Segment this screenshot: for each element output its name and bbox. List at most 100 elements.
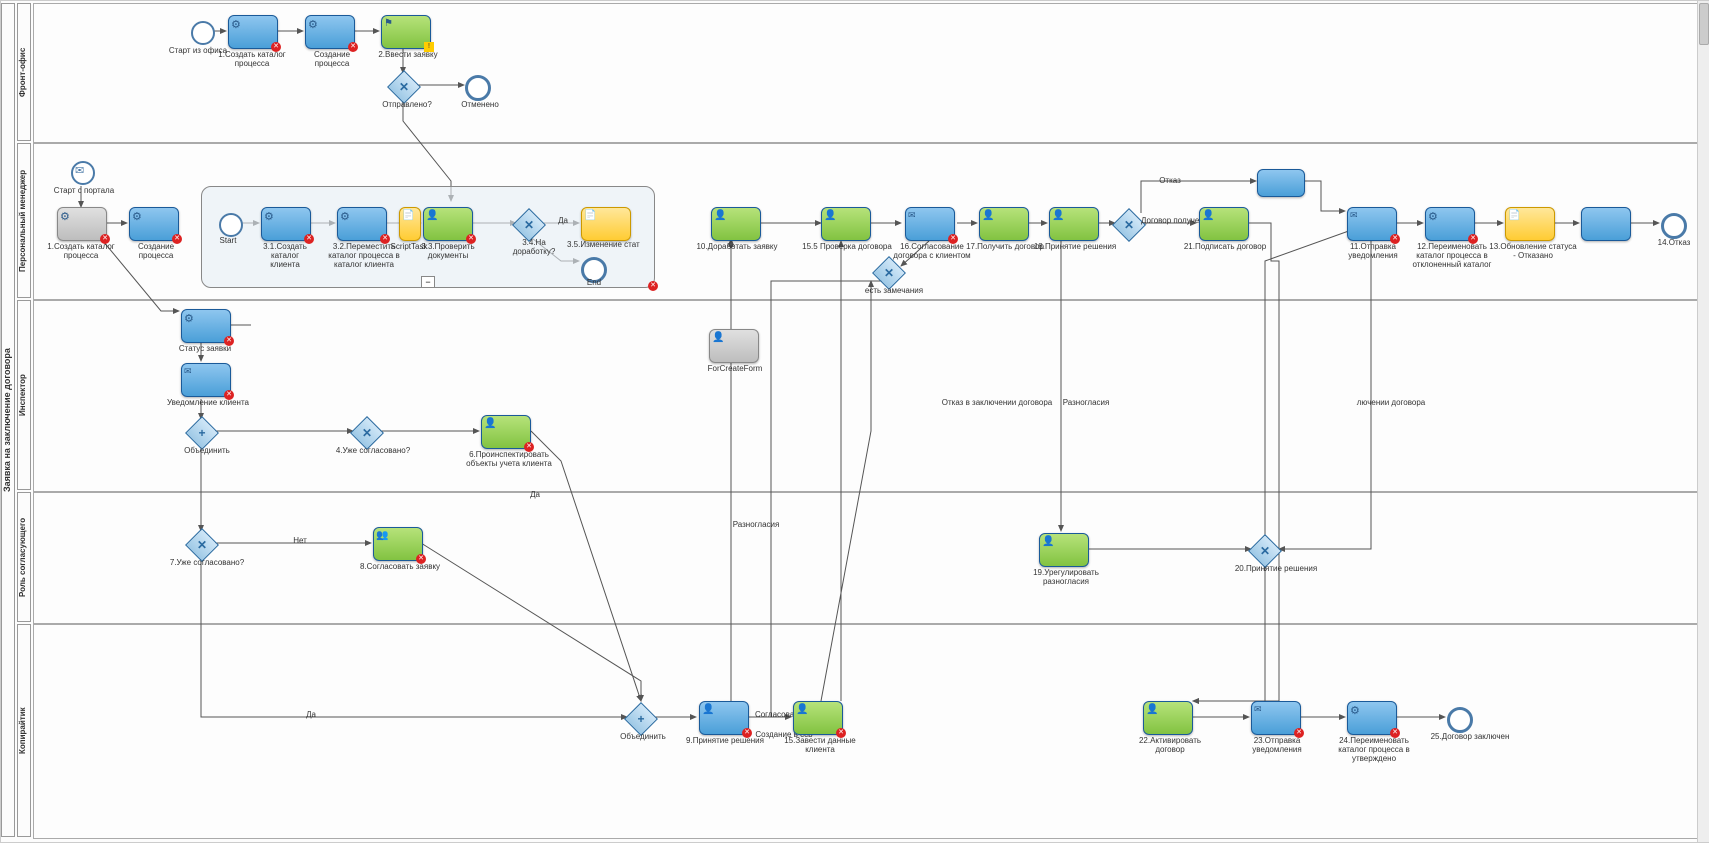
task-fcf[interactable]: 👤 (709, 329, 759, 363)
task-19-label: 19.Урегулировать разногласия (1021, 569, 1111, 587)
task-11[interactable]: ✉✕ (1347, 207, 1397, 241)
task-18[interactable]: 👤 (1049, 207, 1099, 241)
refuse-label: Отказ (1145, 177, 1195, 186)
task-155-label: 15.5 Проверка договора (801, 243, 893, 252)
task-25-label: 25.Договор заключен (1425, 733, 1515, 742)
script-icon: 📄 (402, 210, 414, 221)
x-icon: ✕ (878, 262, 900, 284)
task-2-label: 2.Ввести заявку (373, 51, 443, 60)
task-23[interactable]: ✉✕ (1251, 701, 1301, 735)
task-21[interactable]: 👤 (1199, 207, 1249, 241)
start-event-office[interactable] (191, 21, 215, 45)
gateway-7-label: 7.Уже согласовано? (167, 559, 247, 568)
task-8-label: 8.Согласовать заявку (357, 563, 443, 572)
user-icon: 👤 (982, 210, 994, 221)
task-12[interactable]: ⚙✕ (1425, 207, 1475, 241)
task-9[interactable]: 👤✕ (699, 701, 749, 735)
task-33-label: 3.3.Проверить документы (413, 243, 483, 261)
task-22[interactable]: 👤 (1143, 701, 1193, 735)
lane-label-curator: Копирайтик (17, 624, 31, 837)
x-icon: ✕ (356, 422, 378, 444)
gear-icon: ⚙ (264, 210, 274, 223)
task-13-label: 13.Обновление статуса - Отказано (1487, 243, 1579, 261)
task-14-pre[interactable] (1581, 207, 1631, 241)
end-cancel-label: Отменено (455, 101, 505, 110)
gw-da2-label: Да (301, 711, 321, 720)
user-icon: 👤 (824, 210, 836, 221)
task-6-label: 6.Проинспектировать объекты учета клиент… (463, 451, 555, 469)
task-8[interactable]: 👥✕ (373, 527, 423, 561)
task-proc1[interactable]: ⚙✕ (305, 15, 355, 49)
task-12-label: 12.Переименовать каталог процесса в откл… (1409, 243, 1495, 269)
task-status-label: Статус заявки (169, 345, 241, 354)
task-19[interactable]: 👤 (1039, 533, 1089, 567)
collapse-icon[interactable]: − (421, 276, 435, 288)
edge-refuse-label: Отказ в заключении договора (937, 399, 1057, 408)
user-icon: 👤 (1042, 536, 1054, 547)
task-notify-label: Уведомление клиента (163, 399, 253, 408)
edge-disagree2-label: лючении договора (1341, 399, 1441, 408)
task-32[interactable]: ⚙✕ (337, 207, 387, 241)
task-fcf-label: ForCreateForm (695, 365, 775, 374)
subprocess-start[interactable] (219, 213, 243, 237)
lane-front (33, 3, 1698, 143)
task-10[interactable]: 👤 (711, 207, 761, 241)
end-event-refuse[interactable] (1661, 213, 1687, 239)
task-31[interactable]: ⚙✕ (261, 207, 311, 241)
mail-icon: ✉ (1254, 704, 1262, 715)
gw-da-label: Да (525, 491, 545, 500)
mail-icon: ✉ (184, 366, 192, 377)
task-notify[interactable]: ✉✕ (181, 363, 231, 397)
mail-icon: ✉ (1350, 210, 1358, 221)
gateway-20-label: 20.Принятие решения (1231, 565, 1321, 574)
task-scripttask[interactable]: 📄 (399, 207, 421, 241)
task-24[interactable]: ⚙✕ (1347, 701, 1397, 735)
gear-icon: ⚙ (184, 312, 194, 325)
gateway-remarks-label: есть замечания (859, 287, 929, 296)
task-15[interactable]: 👤✕ (793, 701, 843, 735)
gear-icon: ⚙ (1350, 704, 1360, 717)
task-33[interactable]: 👤✕ (423, 207, 473, 241)
lane-label-front: Фронт-офис (17, 3, 31, 141)
task-31-label: 3.1.Создать каталог клиента (249, 243, 321, 269)
task-1[interactable]: ⚙✕ (228, 15, 278, 49)
task-16[interactable]: ✉✕ (905, 207, 955, 241)
lane-label-approver: Роль согласующего (17, 492, 31, 622)
task-155[interactable]: 👤 (821, 207, 871, 241)
x-icon: ✕ (393, 76, 415, 98)
plus-icon: + (191, 422, 213, 444)
x-icon: ✕ (1118, 214, 1140, 236)
task-status[interactable]: ⚙✕ (181, 309, 231, 343)
task-1b-label: 1.Создать каталог процесса (45, 243, 117, 261)
task-18-label: 18.Принятие решения (1033, 243, 1117, 252)
gear-icon: ⚙ (308, 18, 318, 31)
start-event-portal[interactable] (71, 161, 95, 185)
scroll-thumb[interactable] (1699, 3, 1709, 45)
task-16-label: 16.Согласование договора с клиентом (891, 243, 973, 261)
task-2[interactable]: ⚑! (381, 15, 431, 49)
gateway-merge2-label: Объединить (613, 733, 673, 742)
user-icon: 👤 (796, 704, 808, 715)
task-proc2[interactable]: ⚙✕ (129, 207, 179, 241)
task-refuse-pass[interactable] (1257, 169, 1305, 197)
doc-icon: 📄 (1508, 210, 1520, 221)
end-event-done[interactable] (1447, 707, 1473, 733)
lane-inspector (33, 300, 1698, 492)
flag-icon: ⚑ (384, 18, 393, 29)
user-icon: 👤 (426, 210, 438, 221)
task-35[interactable]: 📄 (581, 207, 631, 241)
task-1b[interactable]: ⚙✕ (57, 207, 107, 241)
task-17[interactable]: 👤 (979, 207, 1029, 241)
task-14-label: 14.Отказ (1649, 239, 1699, 248)
task-proc1-label: Создание процесса (297, 51, 367, 69)
task-22-label: 22.Активировать договор (1129, 737, 1211, 755)
bpmn-canvas[interactable]: Заявка на заключение договора Фронт-офис… (0, 0, 1709, 843)
end-event-cancel[interactable] (465, 75, 491, 101)
user-icon: 👤 (714, 210, 726, 221)
gateway-sent-label: Отправлено? (377, 101, 437, 110)
x-icon: ✕ (518, 214, 540, 236)
task-6[interactable]: 👤✕ (481, 415, 531, 449)
task-13[interactable]: 📄 (1505, 207, 1555, 241)
vertical-scrollbar[interactable] (1697, 1, 1709, 842)
mail-icon: ✉ (908, 210, 916, 221)
